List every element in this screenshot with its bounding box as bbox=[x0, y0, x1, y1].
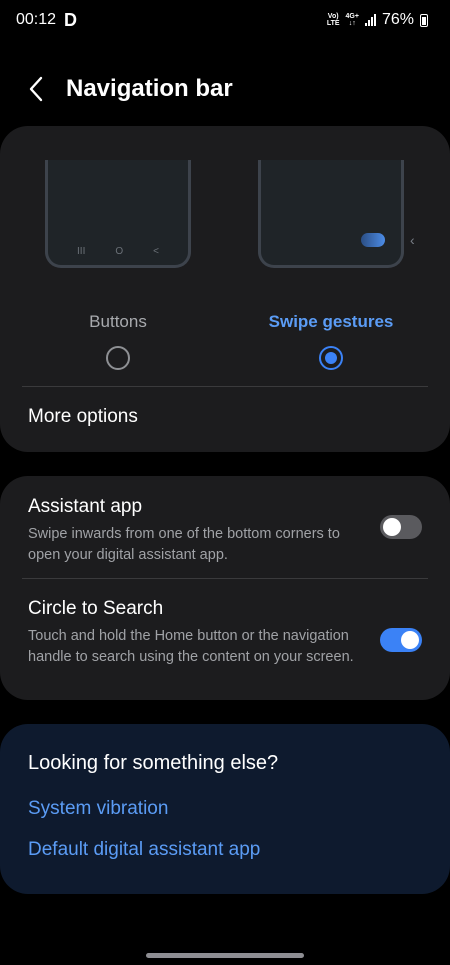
swipe-gestures-radio[interactable] bbox=[319, 346, 343, 370]
default-digital-assistant-app-link[interactable]: Default digital assistant app bbox=[28, 839, 260, 861]
chevron-left-icon bbox=[29, 76, 43, 102]
home-icon: O bbox=[115, 246, 124, 257]
buttons-radio[interactable] bbox=[106, 346, 130, 370]
toggle-knob bbox=[383, 518, 401, 536]
divider bbox=[22, 578, 428, 579]
page-title: Navigation bar bbox=[66, 75, 233, 102]
recents-icon: III bbox=[77, 246, 86, 257]
app-header: Navigation bar bbox=[0, 64, 450, 114]
setting-title: Assistant app bbox=[28, 496, 143, 517]
circle-to-search-toggle[interactable] bbox=[380, 628, 422, 652]
status-left: 00:12 D bbox=[16, 10, 77, 31]
carrier-badge: D bbox=[64, 9, 78, 30]
option-label-buttons[interactable]: Buttons bbox=[18, 312, 218, 332]
navigation-type-card: III O < ‹ Buttons Swipe gestures More op… bbox=[0, 126, 450, 452]
assistant-app-toggle[interactable] bbox=[380, 515, 422, 539]
status-time: 00:12 bbox=[16, 11, 57, 28]
gesture-handle[interactable] bbox=[146, 953, 304, 958]
status-right: Vo) LTE 4G+ ↓↑ 76% bbox=[327, 11, 428, 29]
swipe-gestures-preview-image[interactable] bbox=[258, 160, 404, 268]
gesture-settings-card: Assistant app Swipe inwards from one of … bbox=[0, 476, 450, 700]
toggle-knob bbox=[401, 631, 419, 649]
more-options-item[interactable]: More options bbox=[28, 406, 138, 428]
divider bbox=[22, 386, 428, 387]
swipe-handle-icon bbox=[361, 233, 385, 247]
status-bar: 00:12 D Vo) LTE 4G+ ↓↑ 76% bbox=[0, 0, 450, 40]
battery-percentage: 76% bbox=[381, 11, 414, 28]
buttons-preview-image[interactable]: III O < bbox=[45, 160, 191, 268]
setting-title: Circle to Search bbox=[28, 598, 164, 619]
network-type-icon: 4G+ ↓↑ bbox=[345, 13, 359, 27]
volte-icon: Vo) LTE bbox=[326, 13, 340, 27]
suggestions-card: Looking for something else? System vibra… bbox=[0, 724, 450, 894]
system-vibration-link[interactable]: System vibration bbox=[28, 798, 168, 820]
side-swipe-chevron-icon: ‹ bbox=[410, 232, 415, 248]
back-button[interactable] bbox=[8, 64, 64, 114]
setting-description: Swipe inwards from one of the bottom cor… bbox=[28, 526, 340, 563]
setting-description: Touch and hold the Home button or the na… bbox=[28, 628, 354, 665]
assistant-app-setting[interactable]: Assistant app Swipe inwards from one of … bbox=[28, 496, 422, 566]
option-label-swipe-gestures[interactable]: Swipe gestures bbox=[231, 312, 431, 332]
battery-icon bbox=[420, 13, 428, 27]
signal-strength-icon bbox=[364, 14, 376, 26]
circle-to-search-setting[interactable]: Circle to Search Touch and hold the Home… bbox=[28, 598, 422, 668]
suggestions-title: Looking for something else? bbox=[28, 752, 279, 774]
back-icon: < bbox=[153, 246, 159, 257]
nav-buttons-preview-icons: III O < bbox=[48, 246, 188, 257]
